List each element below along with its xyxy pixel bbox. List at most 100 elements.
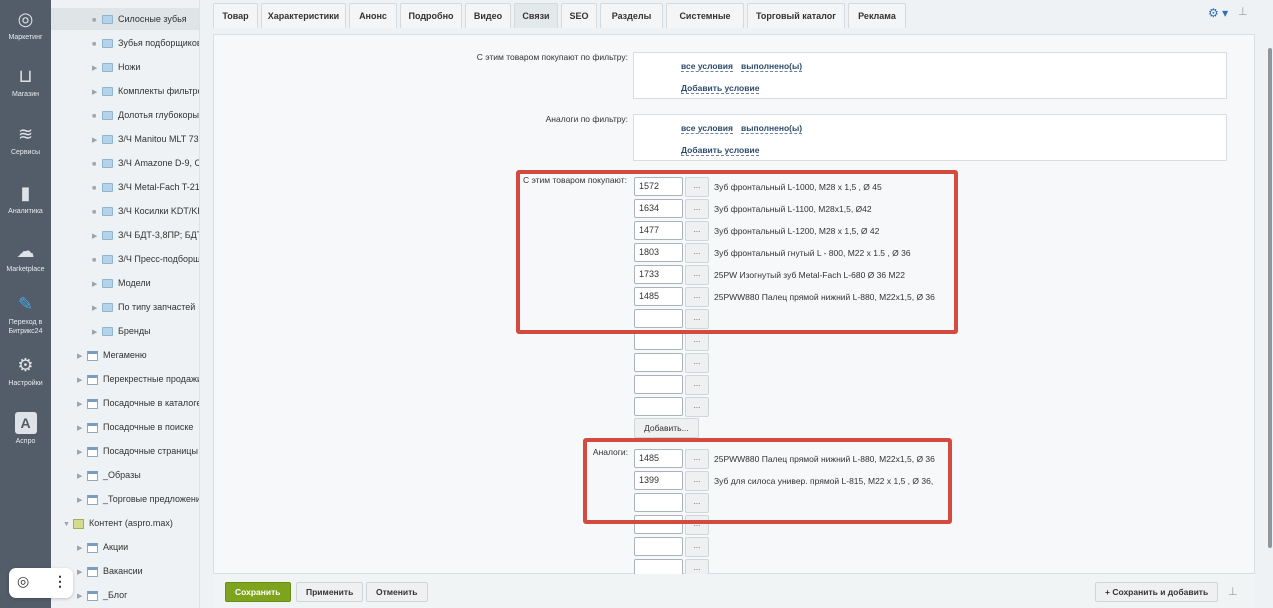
pin-icon[interactable]: ⊥ [1238,5,1248,18]
apply-button[interactable]: Применить [296,582,364,602]
expand-arrow-icon[interactable]: ■ [92,202,102,224]
product-id-input[interactable] [634,375,683,394]
expand-arrow-icon[interactable]: ■ [92,106,102,128]
iblock-icon [87,542,98,553]
tree-item[interactable]: ▶ _Торговые предложения [77,488,199,512]
tree-item[interactable]: ▶ Вакансии [77,560,143,582]
iblock-icon [87,566,98,577]
rail-item-7[interactable]: A Аспро [0,412,51,446]
tree-item[interactable]: ▶ З/Ч БДТ-3,8ПР; БДТ [92,224,199,248]
tree-item[interactable]: ▶ _Блог [77,584,127,606]
tab-3[interactable]: Подробно [400,3,462,28]
expand-arrow-icon[interactable]: ▶ [77,370,87,392]
cancel-button[interactable]: Отменить [366,582,428,602]
expand-arrow-icon[interactable]: ▶ [77,394,87,416]
expand-arrow-icon[interactable]: ▶ [92,298,102,320]
tree-item[interactable]: ▼ Контент (aspro.max) [63,512,173,534]
tab-8[interactable]: Системные [666,3,744,28]
all-conditions-link[interactable]: все условия [681,61,733,72]
rail-item-0[interactable]: ◎ Маркетинг [0,8,51,42]
tab-0[interactable]: Товар [213,3,258,28]
tree-item[interactable]: ▶ З/Ч Manitou MLT 735 [92,128,199,152]
product-id-input[interactable] [634,537,683,556]
expand-arrow-icon[interactable]: ▼ [63,514,73,536]
tree-item[interactable]: ▶ Мегаменю [77,344,147,366]
expand-arrow-icon[interactable]: ■ [92,10,102,32]
save-and-add-button[interactable]: + Сохранить и добавить [1095,582,1219,602]
browse-button[interactable]: ... [685,537,709,557]
all-conditions-link[interactable]: все условия [681,123,733,134]
expand-arrow-icon[interactable]: ▶ [77,442,87,464]
tree-item[interactable]: ■ Силосные зубья [51,8,199,32]
tree-item[interactable]: ▶ Перекрестные продажи [77,368,199,392]
expand-arrow-icon[interactable]: ▶ [77,346,87,368]
browse-button[interactable]: ... [685,375,709,395]
more-icon[interactable]: ⋮ [53,573,67,590]
tab-7[interactable]: Разделы [600,3,663,28]
expand-arrow-icon[interactable]: ▶ [77,490,87,512]
expand-arrow-icon[interactable]: ■ [92,250,102,272]
tree-item[interactable]: ▶ По типу запчастей [92,296,195,318]
rail-item-4[interactable]: ☁ Marketplace [0,240,51,274]
tab-6[interactable]: SEO [561,3,597,28]
tree-item[interactable]: ■ Зубья подборщиков [92,32,199,56]
expand-arrow-icon[interactable]: ▶ [77,418,87,440]
add-condition-link[interactable]: Добавить условие [681,83,760,94]
tree-item[interactable]: ■ Долотья глубокорыхлителя [92,104,199,128]
expand-arrow-icon[interactable]: ▶ [92,226,102,248]
rail-item-5[interactable]: ✎ Переход в Битрикс24 [0,293,51,336]
settings-gear-icon[interactable]: ⚙ ▾ [1208,6,1228,20]
tree-item[interactable]: ▶ Посадочные в каталоге [77,392,199,416]
rail-item-1[interactable]: ⊔ Магазин [0,65,51,99]
expand-arrow-icon[interactable]: ▶ [92,322,102,344]
add-more-button[interactable]: Добавить... [634,418,699,438]
tree-item[interactable]: ▶ Бренды [92,320,151,342]
expand-arrow-icon[interactable]: ▶ [92,58,102,80]
save-button[interactable]: Сохранить [225,582,291,602]
browse-button[interactable]: ... [685,331,709,351]
browse-button[interactable]: ... [685,397,709,417]
screenshot-icon[interactable]: ◎ [17,573,29,590]
section-tree: ■ Силосные зубья ■ Зубья подборщиков ▶ Ножи ▶ К… [51,0,200,608]
expand-arrow-icon[interactable]: ▶ [92,130,102,152]
browse-button[interactable]: ... [685,353,709,373]
tab-2[interactable]: Анонс [349,3,397,28]
rail-item-3[interactable]: ▮ Аналитика [0,182,51,216]
tree-item[interactable]: ▶ Посадочные в поиске [77,416,193,438]
fulfilled-link[interactable]: выполнено(ы) [741,61,803,72]
tab-4[interactable]: Видео [465,3,511,28]
expand-arrow-icon[interactable]: ▶ [92,274,102,296]
rail-item-6[interactable]: ⚙ Настройки [0,354,51,388]
product-id-input[interactable] [634,397,683,416]
tree-item[interactable]: ■ З/Ч Косилки KDT/KD [92,200,199,224]
tree-item[interactable]: ▶ Акции [77,536,128,558]
scrollbar-thumb[interactable] [1268,48,1272,548]
rail-item-2[interactable]: ≋ Сервисы [0,123,51,157]
gear-icon: ⚙ [17,355,34,375]
tree-item[interactable]: ▶ Модели [92,272,151,294]
product-id-input[interactable] [634,353,683,372]
tab-10[interactable]: Реклама [848,3,906,28]
tree-item[interactable]: ▶ Комплекты фильтров [92,80,199,104]
tree-item[interactable]: ▶ Посадочные страницы [77,440,198,462]
tree-item[interactable]: ■ З/Ч Metal-Fach T-21 [92,176,199,200]
add-condition-link[interactable]: Добавить условие [681,145,760,156]
expand-arrow-icon[interactable]: ■ [92,34,102,56]
expand-arrow-icon[interactable]: ▶ [92,82,102,104]
tab-1[interactable]: Характеристики [261,3,346,28]
expand-arrow-icon[interactable]: ▶ [77,562,87,584]
tree-item-label: _Блог [103,590,128,600]
tab-5[interactable]: Связи [514,3,558,28]
fulfilled-link[interactable]: выполнено(ы) [741,123,803,134]
tree-item[interactable]: ▶ Ножи [92,56,140,78]
expand-arrow-icon[interactable]: ■ [92,154,102,176]
pin-icon[interactable]: ⊥ [1228,585,1238,598]
tree-item[interactable]: ■ З/Ч Amazone D-9, C [92,152,199,176]
tab-9[interactable]: Торговый каталог [747,3,845,28]
tree-item[interactable]: ▶ _Образы [77,464,141,486]
expand-arrow-icon[interactable]: ▶ [77,586,87,608]
expand-arrow-icon[interactable]: ■ [92,178,102,200]
expand-arrow-icon[interactable]: ▶ [77,466,87,488]
tree-item[interactable]: ■ З/Ч Пресс-подборщик [92,248,199,272]
expand-arrow-icon[interactable]: ▶ [77,538,87,560]
